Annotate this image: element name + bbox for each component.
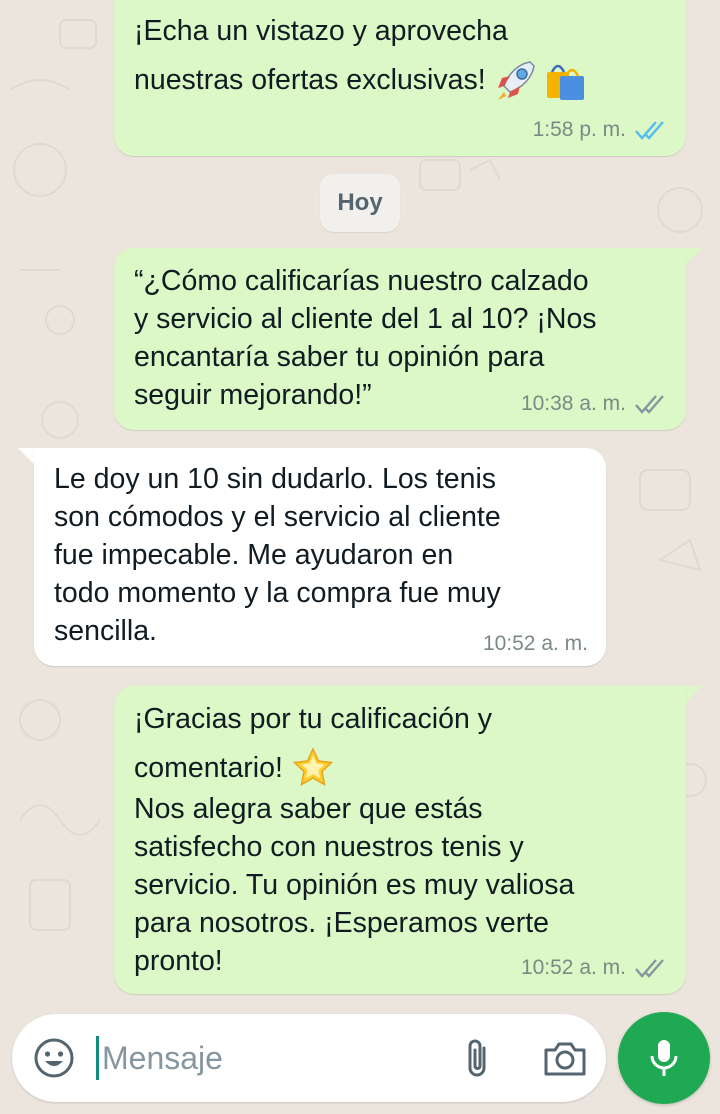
message-time: 1:58 p. m. [532, 118, 626, 141]
message-time: 10:52 a. m. [482, 632, 588, 655]
rocket-emoji [497, 61, 535, 100]
text-caret [96, 1036, 99, 1080]
message-text: comentario! [134, 752, 283, 784]
message-compose-bar [12, 1014, 606, 1102]
bubble-tail [684, 686, 702, 704]
double-check-delivered-icon [635, 959, 664, 978]
message-text: ¡Echa un vistazo y aprovecha [134, 15, 508, 47]
message-text: Nos alegra saber que estás satisfecho co… [134, 793, 575, 977]
message-time: 10:52 a. m. [520, 956, 626, 979]
mic-button[interactable] [618, 1012, 710, 1104]
message-bubble-outgoing[interactable]: “¿Cómo calificarías nuestro calzado y se… [114, 248, 686, 430]
message-bubble-outgoing[interactable]: ¡Gracias por tu calificación y comentari… [114, 686, 686, 994]
emoji-icon[interactable] [32, 1036, 76, 1080]
chat-area: ¡Echa un vistazo y aprovecha nuestras of… [0, 0, 720, 1000]
message-input[interactable] [102, 1036, 432, 1080]
message-bubble-outgoing[interactable]: ¡Echa un vistazo y aprovecha nuestras of… [114, 0, 686, 156]
date-separator: Hoy [320, 174, 400, 232]
message-bubble-incoming[interactable]: Le doy un 10 sin dudarlo. Los tenis son … [34, 448, 606, 666]
message-text: Le doy un 10 sin dudarlo. Los tenis son … [54, 463, 501, 647]
message-time: 10:38 a. m. [520, 392, 626, 415]
date-separator-label: Hoy [337, 189, 383, 216]
camera-icon[interactable] [542, 1038, 588, 1078]
glowing-star-emoji [292, 747, 334, 786]
double-check-read-icon [635, 121, 664, 140]
paperclip-icon[interactable] [460, 1036, 496, 1082]
message-text: ¡Gracias por tu calificación y [134, 703, 492, 735]
shopping-bags-emoji [546, 64, 584, 100]
bubble-tail [684, 248, 702, 266]
mic-icon [650, 1040, 678, 1076]
double-check-delivered-icon [635, 395, 664, 414]
message-text: nuestras ofertas exclusivas! [134, 64, 486, 96]
